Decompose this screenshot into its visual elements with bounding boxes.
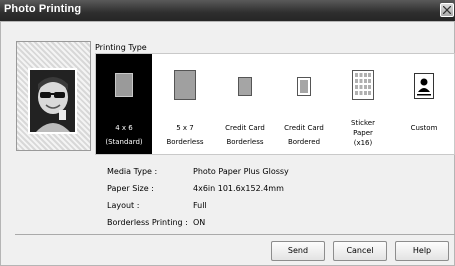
layout-value: Full <box>193 201 207 210</box>
type-item-desc-label: Bordered <box>287 138 321 146</box>
paper-size-label: Paper Size : <box>107 184 154 193</box>
media-type-label: Media Type : <box>107 167 158 176</box>
printing-type-list: 4 x 6 (Standard) 5 x 7 Borderless Credit… <box>95 53 455 155</box>
type-item-line3-label: (x16) <box>353 139 373 147</box>
credit-card-bordered-icon <box>297 77 311 96</box>
type-item-size-label: 4 x 6 <box>115 124 133 132</box>
paper-5x7-icon <box>174 70 196 100</box>
paper-size-value: 4x6in 101.6x152.4mm <box>193 184 284 193</box>
photo-preview <box>16 41 91 151</box>
type-item-line1-label: Sticker <box>351 119 375 127</box>
custom-portrait-icon <box>414 73 434 99</box>
borderless-printing-value: ON <box>193 218 206 227</box>
type-item-custom[interactable]: Custom <box>394 54 454 154</box>
type-item-sticker-paper[interactable]: Sticker Paper (x16) <box>335 54 391 154</box>
borderless-printing-label: Borderless Printing : <box>107 218 188 227</box>
cancel-button[interactable]: Cancel <box>333 241 387 261</box>
title-bar: Photo Printing <box>0 0 455 21</box>
type-item-line2-label: Paper <box>353 129 373 137</box>
portrait-photo-image <box>30 70 75 132</box>
type-item-desc-label: (Standard) <box>105 138 143 146</box>
close-icon <box>443 6 451 14</box>
type-item-desc-label: Borderless <box>166 138 204 146</box>
type-item-credit-card-bordered[interactable]: Credit Card Bordered <box>276 54 332 154</box>
send-button[interactable]: Send <box>271 241 325 261</box>
layout-label: Layout : <box>107 201 140 210</box>
type-item-size-label: Custom <box>410 124 438 132</box>
type-item-size-label: Credit Card <box>225 124 265 132</box>
help-button[interactable]: Help <box>395 241 449 261</box>
type-item-5x7[interactable]: 5 x 7 Borderless <box>157 54 213 154</box>
type-item-desc-label: Borderless <box>226 138 264 146</box>
type-item-size-label: Credit Card <box>284 124 324 132</box>
printing-type-label: Printing Type <box>95 43 147 52</box>
credit-card-borderless-icon <box>238 77 252 96</box>
type-item-size-label: 5 x 7 <box>176 124 194 132</box>
close-button[interactable] <box>440 3 454 17</box>
paper-4x6-icon <box>115 73 133 97</box>
footer-divider <box>15 234 455 235</box>
type-item-credit-card-borderless[interactable]: Credit Card Borderless <box>217 54 273 154</box>
window-title: Photo Printing <box>4 3 82 15</box>
media-type-value: Photo Paper Plus Glossy <box>193 167 289 176</box>
sticker-sheet-icon <box>352 70 374 100</box>
photo-thumbnail <box>28 68 77 134</box>
type-item-4x6[interactable]: 4 x 6 (Standard) <box>96 54 152 154</box>
